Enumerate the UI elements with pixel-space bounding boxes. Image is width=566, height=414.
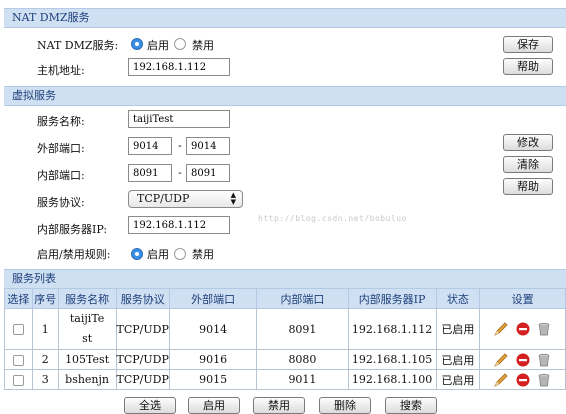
external-port-dash: - xyxy=(178,139,182,152)
watermark: http://blog.csdn.net/bobuluo xyxy=(258,214,407,223)
row-name: taijiTe st xyxy=(57,308,117,350)
row-index: 3 xyxy=(31,369,59,390)
table-row: 2 105Test TCP/UDP 9016 8080 192.168.1.10… xyxy=(4,349,566,370)
internal-port-to-input[interactable] xyxy=(186,164,230,182)
select-arrows-icon: ▲ ▼ xyxy=(230,191,236,206)
external-port-to-input[interactable] xyxy=(186,137,230,155)
row-protocol: TCP/UDP xyxy=(115,369,170,390)
row-status: 已启用 xyxy=(435,369,481,390)
rule-enable-option-label: 启用 xyxy=(147,248,169,261)
modify-button[interactable]: 修改 xyxy=(503,134,553,151)
server-ip-label: 内部服务器IP: xyxy=(37,223,108,236)
row-index: 2 xyxy=(31,349,59,370)
nat-enable-label: 启用 xyxy=(147,39,169,52)
row-name: 105Test xyxy=(57,349,117,370)
row-actions xyxy=(479,308,566,350)
rule-disable-option-label: 禁用 xyxy=(192,248,214,261)
rule-enable-label: 启用/禁用规则: xyxy=(37,248,111,261)
delete-trash-icon[interactable] xyxy=(536,352,552,368)
row-checkbox[interactable] xyxy=(12,324,24,335)
col-internal-port: 内部端口 xyxy=(256,288,349,309)
col-protocol: 服务协议 xyxy=(115,288,170,309)
nat-disable-label: 禁用 xyxy=(192,39,214,52)
rule-disable-radio[interactable] xyxy=(174,248,186,260)
row-checkbox[interactable] xyxy=(12,354,24,366)
search-button[interactable]: 搜索 xyxy=(385,397,437,414)
row-external-port: 9016 xyxy=(168,349,258,370)
table-header-row: 选择 序号 服务名称 服务协议 外部端口 内部端口 内部服务器IP 状态 设置 xyxy=(4,288,566,309)
row-server-ip: 192.168.1.105 xyxy=(347,349,437,370)
row-server-ip: 192.168.1.100 xyxy=(347,369,437,390)
row-protocol: TCP/UDP xyxy=(115,349,170,370)
row-status: 已启用 xyxy=(435,308,481,350)
delete-all-button[interactable]: 删除 xyxy=(319,397,371,414)
row-internal-port: 8080 xyxy=(256,349,349,370)
nat-help-button[interactable]: 帮助 xyxy=(503,58,553,75)
row-protocol: TCP/UDP xyxy=(115,308,170,350)
edit-pencil-icon[interactable] xyxy=(493,372,509,388)
protocol-select-value: TCP/UDP xyxy=(137,192,190,205)
row-internal-port: 9011 xyxy=(256,369,349,390)
row-checkbox[interactable] xyxy=(12,374,24,386)
col-name: 服务名称 xyxy=(57,288,117,309)
host-address-label: 主机地址: xyxy=(37,64,85,77)
delete-trash-icon[interactable] xyxy=(536,372,552,388)
col-settings: 设置 xyxy=(479,288,566,309)
host-address-input[interactable] xyxy=(128,58,230,76)
nat-dmz-service-label: NAT DMZ服务: xyxy=(37,39,119,52)
col-status: 状态 xyxy=(435,288,481,309)
enable-all-button[interactable]: 启用 xyxy=(188,397,240,414)
service-name-input[interactable] xyxy=(128,110,230,128)
nat-enable-radio[interactable] xyxy=(131,38,143,50)
row-index: 1 xyxy=(31,308,59,350)
rule-enable-radio[interactable] xyxy=(131,248,143,260)
col-server-ip: 内部服务器IP xyxy=(347,288,437,309)
nat-dmz-header: NAT DMZ服务 xyxy=(4,8,566,28)
table-row: 3 bshenjn TCP/UDP 9015 9011 192.168.1.10… xyxy=(4,369,566,390)
internal-port-dash: - xyxy=(178,166,182,179)
col-select: 选择 xyxy=(4,288,33,309)
internal-port-label: 内部端口: xyxy=(37,169,85,182)
disable-icon[interactable] xyxy=(515,352,531,368)
row-external-port: 9014 xyxy=(168,308,258,350)
delete-trash-icon[interactable] xyxy=(536,321,552,337)
disable-icon[interactable] xyxy=(515,321,531,337)
row-status: 已启用 xyxy=(435,349,481,370)
protocol-label: 服务协议: xyxy=(37,196,85,209)
row-name: bshenjn xyxy=(57,369,117,390)
col-external-port: 外部端口 xyxy=(168,288,258,309)
col-index: 序号 xyxy=(31,288,59,309)
disable-icon[interactable] xyxy=(515,372,531,388)
service-table: 选择 序号 服务名称 服务协议 外部端口 内部端口 内部服务器IP 状态 设置 … xyxy=(4,288,566,390)
virtual-help-button[interactable]: 帮助 xyxy=(503,178,553,195)
nat-disable-radio[interactable] xyxy=(174,38,186,50)
internal-port-from-input[interactable] xyxy=(128,164,172,182)
row-actions xyxy=(479,369,566,390)
virtual-service-header: 虚拟服务 xyxy=(4,86,566,106)
save-button[interactable]: 保存 xyxy=(503,36,553,53)
row-actions xyxy=(479,349,566,370)
row-server-ip: 192.168.1.112 xyxy=(347,308,437,350)
external-port-from-input[interactable] xyxy=(128,137,172,155)
clear-button[interactable]: 清除 xyxy=(503,156,553,173)
disable-all-button[interactable]: 禁用 xyxy=(253,397,305,414)
service-list-header: 服务列表 xyxy=(4,269,566,289)
table-row: 1 taijiTe st TCP/UDP 9014 8091 192.168.1.… xyxy=(4,308,566,350)
edit-pencil-icon[interactable] xyxy=(493,321,509,337)
edit-pencil-icon[interactable] xyxy=(493,352,509,368)
server-ip-input[interactable] xyxy=(128,216,230,234)
row-internal-port: 8091 xyxy=(256,308,349,350)
select-all-button[interactable]: 全选 xyxy=(124,397,176,414)
row-external-port: 9015 xyxy=(168,369,258,390)
protocol-select[interactable]: TCP/UDP ▲ ▼ xyxy=(128,190,243,208)
service-name-label: 服务名称: xyxy=(37,115,85,128)
external-port-label: 外部端口: xyxy=(37,142,85,155)
